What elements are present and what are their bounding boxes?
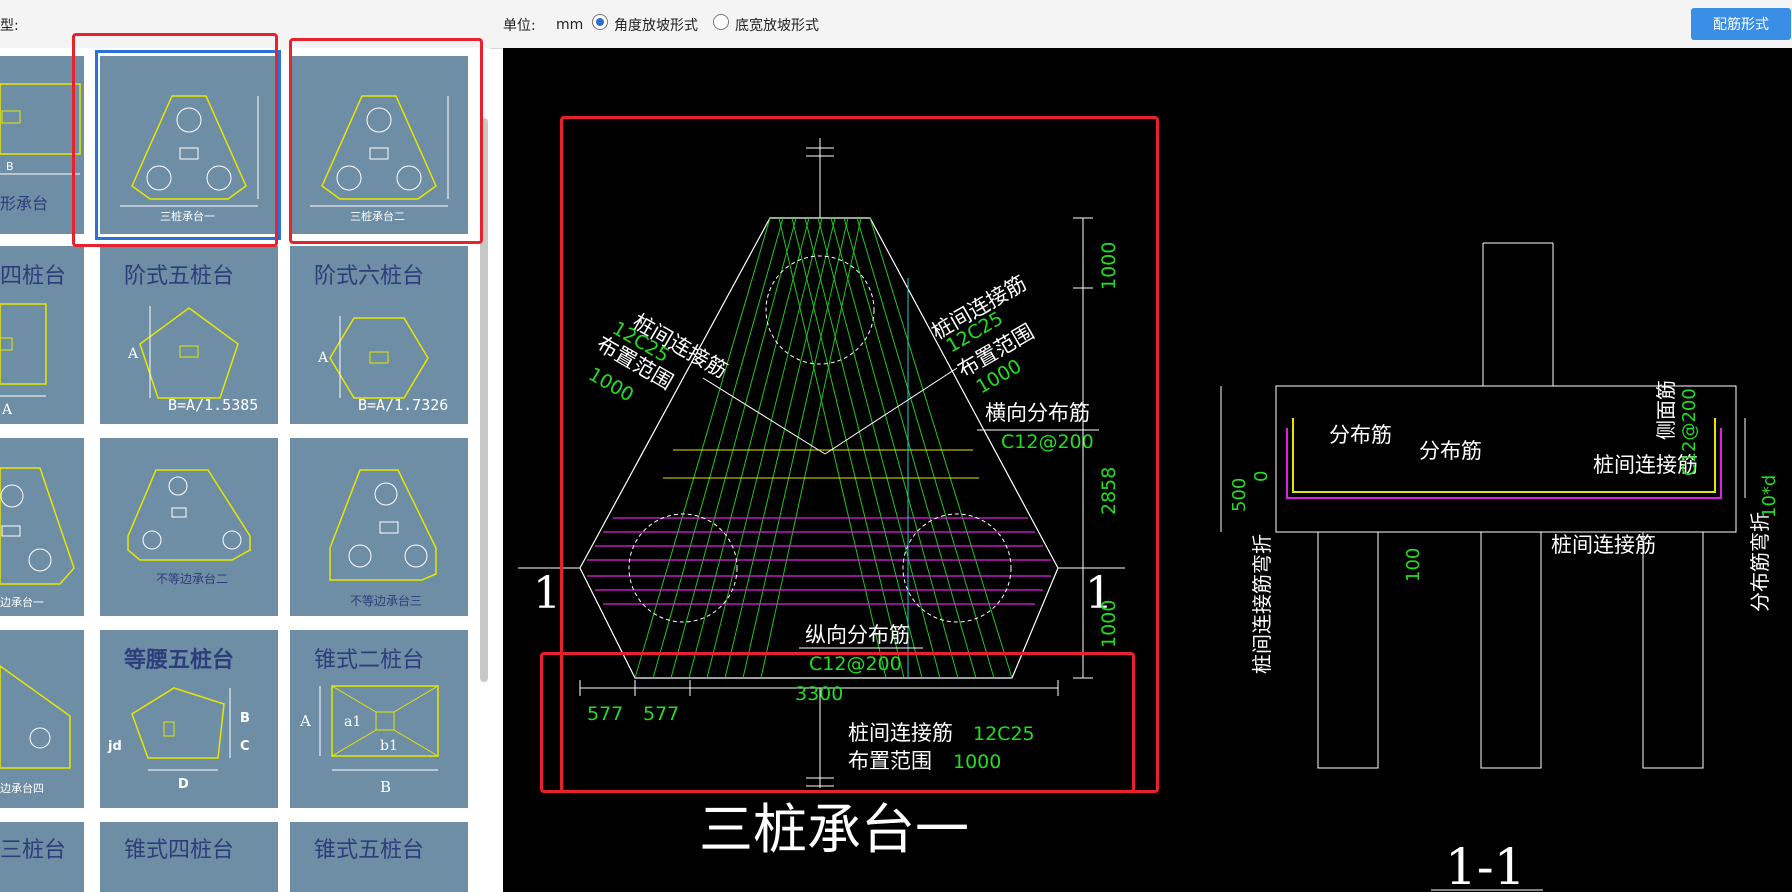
template-thumbnail: A a1 b1 B [299,685,439,796]
template-label: 边承台四 [0,782,44,795]
section-dim-100: 100 [1403,548,1424,582]
section-label-dist1: 分布筋 [1329,423,1392,447]
radio-selected-dot [596,18,604,26]
section-dim-0: 0 [1251,471,1272,482]
section-label-side: 侧面筋 [1654,380,1678,440]
template-tile-partial-2[interactable]: 四桩台 A [0,246,84,424]
dim-label-c: C [240,739,250,754]
radio-width-slope[interactable] [713,14,729,30]
radio-angle-slope-label[interactable]: 角度放坡形式 [614,15,698,35]
template-tile-cone-two[interactable]: 锥式二桩台 A a1 b1 B [290,630,468,808]
template-thumbnail: B C jd D [107,687,250,792]
dim-label-a: A [299,712,311,730]
template-label: 边承台一 [0,596,44,609]
template-tile-partial-3[interactable]: 边承台一 [0,438,84,616]
template-label: 形承台 [0,194,49,213]
template-tile-unequal-3[interactable]: 不等边承台三 [290,438,468,616]
highlight-box-template-2 [289,38,483,244]
template-tile-partial-5[interactable]: 三桩台 [0,822,84,892]
dim-label-a: A [317,350,329,366]
unit-label: 单位: [503,18,536,34]
template-tile-cone-four[interactable]: 锥式四桩台 [100,822,278,892]
template-tile-partial-4[interactable]: 边承台四 [0,630,84,808]
section-dim-10d: 10*d [1759,475,1780,518]
template-tile-unequal-2[interactable]: 不等边承台二 [100,438,278,616]
section-label-pile-conn2: 桩间连接筋 [1551,533,1656,557]
dim-label-b: B [240,711,250,726]
section-label-left-vertical: 桩间连接筋弯折 [1250,534,1274,674]
unit-value: mm [556,17,584,33]
highlight-box-bottom-labels [540,652,1135,793]
template-tile-step-five-pile[interactable]: 阶式五桩台 A B=A/1.5385 [100,246,278,424]
dim-label-b1: b1 [380,738,398,754]
section-label-dist2: 分布筋 [1419,439,1482,463]
section-label-right-vertical: 分布筋弯折 [1748,512,1772,612]
radio-angle-slope[interactable] [592,14,608,30]
formula-label: B=A/1.7326 [358,396,449,414]
type-label: 型: [0,18,19,34]
dim-label-a: A [1,402,13,418]
template-label: 三桩台 [0,838,67,863]
formula-label: B=A/1.5385 [168,396,259,414]
dim-label-b: B [380,778,391,796]
dim-label-a1: a1 [344,714,361,730]
svg-text:B: B [6,160,14,173]
template-thumbnail [0,467,75,585]
template-thumbnail [127,469,251,561]
template-tile-step-six-pile[interactable]: 阶式六桩台 A B=A/1.7326 [290,246,468,424]
template-label: 不等边承台二 [156,572,229,586]
template-label: 锥式四桩台 [124,838,235,863]
section-title: 1-1 [1445,838,1526,892]
radio-width-slope-label[interactable]: 底宽放坡形式 [735,15,819,35]
rebar-config-button[interactable]: 配筋形式 [1691,8,1791,40]
template-label: 不等边承台三 [350,594,423,608]
dim-label-jd: jd [107,739,122,754]
dim-label-a: A [127,346,139,362]
section-dim-500: 500 [1229,478,1250,512]
template-tile-cone-five[interactable]: 锥式五桩台 [290,822,468,892]
template-label: 锥式五桩台 [314,838,425,863]
highlight-box-template-1 [72,33,278,247]
section-label-side-spec: C12@200 [1679,388,1700,476]
template-thumbnail: A [0,303,47,418]
drawing-title: 三桩承台一 [699,798,969,861]
section-mark-left: 1 [533,568,561,619]
template-thumbnail [329,469,437,581]
dim-label-d: D [178,777,189,792]
template-tile-isosceles-five[interactable]: 等腰五桩台 B C jd D [100,630,278,808]
